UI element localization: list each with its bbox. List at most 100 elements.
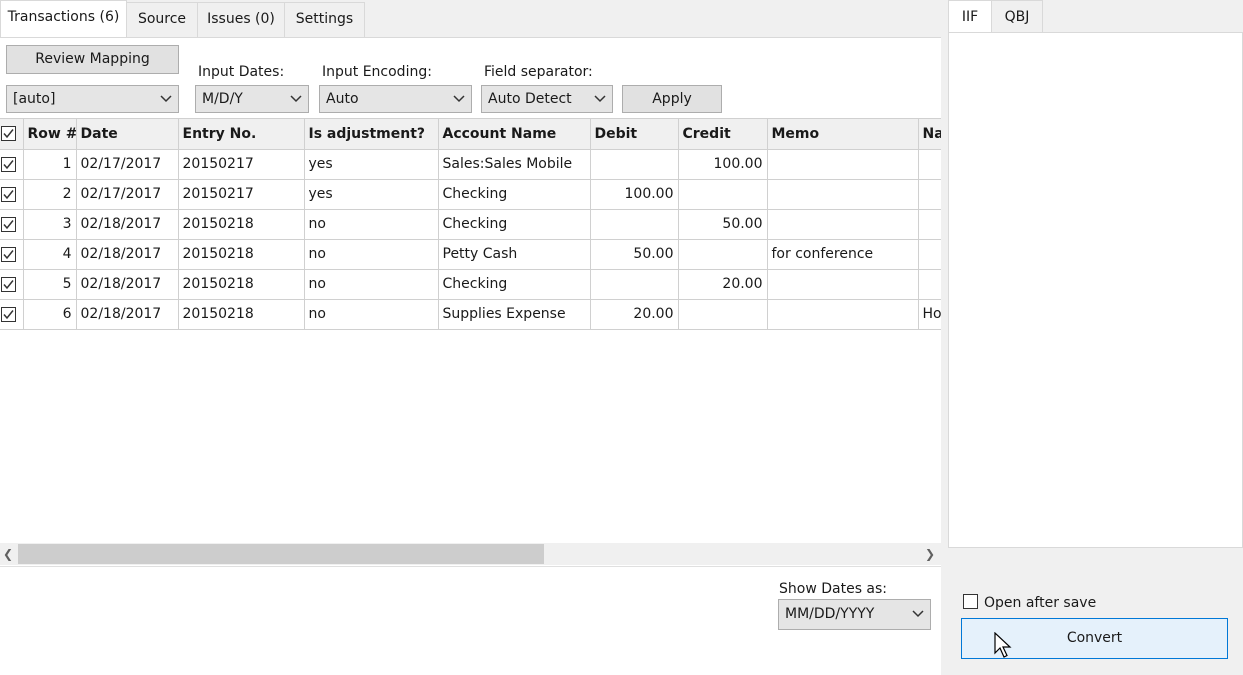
scrollbar-thumb[interactable] (18, 544, 544, 564)
cell-memo[interactable] (767, 299, 919, 330)
cell-debit[interactable]: 20.00 (590, 299, 679, 330)
horizontal-scrollbar[interactable]: ❮ ❯ (0, 543, 941, 565)
cell-is-adjustment[interactable]: no (304, 239, 439, 270)
cell-credit[interactable]: 20.00 (678, 269, 768, 300)
cell-date[interactable]: 02/18/2017 (76, 209, 179, 240)
column-header-date[interactable]: Date (76, 119, 179, 150)
chevron-down-icon (290, 95, 302, 103)
select-all-checkbox[interactable] (0, 119, 24, 150)
cell-entry-no[interactable]: 20150218 (178, 269, 305, 300)
cell-memo[interactable] (767, 179, 919, 210)
cell-name[interactable] (918, 269, 941, 300)
cell-name[interactable] (918, 239, 941, 270)
cell-row-number[interactable]: 3 (23, 209, 77, 240)
row-checkbox[interactable] (0, 269, 24, 300)
row-checkbox[interactable] (0, 179, 24, 210)
input-dates-select[interactable]: M/D/Y (195, 85, 309, 113)
cell-debit[interactable] (590, 269, 679, 300)
cell-name[interactable] (918, 149, 941, 180)
cell-is-adjustment[interactable]: no (304, 299, 439, 330)
transactions-grid: Row # Date Entry No. Is adjustment? Acco… (0, 118, 941, 543)
cell-memo[interactable] (767, 209, 919, 240)
cell-account-name[interactable]: Supplies Expense (438, 299, 591, 330)
cell-is-adjustment[interactable]: yes (304, 179, 439, 210)
cell-date[interactable]: 02/18/2017 (76, 299, 179, 330)
column-header-debit[interactable]: Debit (590, 119, 679, 150)
cell-credit[interactable]: 50.00 (678, 209, 768, 240)
cell-memo[interactable]: for conference (767, 239, 919, 270)
table-row[interactable]: 2 02/17/2017 20150217 yes Checking 100.00 (0, 179, 941, 210)
cell-credit[interactable] (678, 239, 768, 270)
table-row[interactable]: 5 02/18/2017 20150218 no Checking 20.00 (0, 269, 941, 300)
cell-memo[interactable] (767, 149, 919, 180)
cell-row-number[interactable]: 2 (23, 179, 77, 210)
row-checkbox[interactable] (0, 209, 24, 240)
column-header-account-name[interactable]: Account Name (438, 119, 591, 150)
row-checkbox[interactable] (0, 149, 24, 180)
cell-name[interactable]: Ho (918, 299, 941, 330)
cell-account-name[interactable]: Checking (438, 179, 591, 210)
mapping-select[interactable]: [auto] (6, 85, 179, 113)
cell-debit[interactable] (590, 209, 679, 240)
cell-account-name[interactable]: Checking (438, 269, 591, 300)
cell-account-name[interactable]: Checking (438, 209, 591, 240)
scroll-right-icon[interactable]: ❯ (922, 543, 938, 565)
column-header-memo[interactable]: Memo (767, 119, 919, 150)
cell-row-number[interactable]: 1 (23, 149, 77, 180)
tab-settings[interactable]: Settings (284, 2, 365, 37)
cell-is-adjustment[interactable]: no (304, 209, 439, 240)
row-checkbox[interactable] (0, 299, 24, 330)
cell-debit[interactable]: 100.00 (590, 179, 679, 210)
cell-row-number[interactable]: 4 (23, 239, 77, 270)
column-header-is-adjustment[interactable]: Is adjustment? (304, 119, 439, 150)
input-encoding-label: Input Encoding: (322, 64, 432, 80)
cell-name[interactable] (918, 209, 941, 240)
cell-entry-no[interactable]: 20150217 (178, 149, 305, 180)
apply-button[interactable]: Apply (622, 85, 722, 113)
tab-iif[interactable]: IIF (948, 0, 992, 33)
cell-row-number[interactable]: 6 (23, 299, 77, 330)
review-mapping-button[interactable]: Review Mapping (6, 45, 179, 74)
table-row[interactable]: 1 02/17/2017 20150217 yes Sales:Sales Mobile… (0, 149, 941, 180)
cell-date[interactable]: 02/18/2017 (76, 269, 179, 300)
cell-date[interactable]: 02/17/2017 (76, 149, 179, 180)
cell-name[interactable] (918, 179, 941, 210)
cell-entry-no[interactable]: 20150218 (178, 239, 305, 270)
cell-row-number[interactable]: 5 (23, 269, 77, 300)
cell-entry-no[interactable]: 20150218 (178, 299, 305, 330)
cell-account-name[interactable]: Petty Cash (438, 239, 591, 270)
open-after-save-checkbox[interactable]: Open after save (963, 594, 1096, 611)
table-row[interactable]: 3 02/18/2017 20150218 no Checking 50.00 (0, 209, 941, 240)
cell-memo[interactable] (767, 269, 919, 300)
table-row[interactable]: 6 02/18/2017 20150218 no Supplies Expense 20.… (0, 299, 941, 330)
cell-credit[interactable]: 100.00 (678, 149, 768, 180)
cell-account-name[interactable]: Sales:Sales Mobile (438, 149, 591, 180)
show-dates-select[interactable]: MM/DD/YYYY (778, 599, 931, 630)
column-header-credit[interactable]: Credit (678, 119, 768, 150)
cell-is-adjustment[interactable]: yes (304, 149, 439, 180)
cell-entry-no[interactable]: 20150218 (178, 209, 305, 240)
cell-is-adjustment[interactable]: no (304, 269, 439, 300)
column-header-name[interactable]: Na (918, 119, 941, 150)
open-after-save-label: Open after save (984, 595, 1097, 611)
table-row[interactable]: 4 02/18/2017 20150218 no Petty Cash 50.00 for … (0, 239, 941, 270)
tab-transactions[interactable]: Transactions (6) (0, 0, 127, 38)
cell-debit[interactable] (590, 149, 679, 180)
column-header-entry-no[interactable]: Entry No. (178, 119, 305, 150)
tab-qbj[interactable]: QBJ (991, 0, 1043, 33)
row-checkbox[interactable] (0, 239, 24, 270)
cell-debit[interactable]: 50.00 (590, 239, 679, 270)
cell-date[interactable]: 02/18/2017 (76, 239, 179, 270)
cell-credit[interactable] (678, 299, 768, 330)
cell-date[interactable]: 02/17/2017 (76, 179, 179, 210)
cell-credit[interactable] (678, 179, 768, 210)
input-encoding-select[interactable]: Auto (319, 85, 472, 113)
checkbox-checked-icon (1, 306, 16, 322)
tab-source[interactable]: Source (126, 2, 198, 37)
scroll-left-icon[interactable]: ❮ (0, 543, 16, 565)
tab-issues[interactable]: Issues (0) (197, 2, 285, 37)
column-header-row-number[interactable]: Row # (23, 119, 77, 150)
cell-entry-no[interactable]: 20150217 (178, 179, 305, 210)
input-dates-label: Input Dates: (198, 64, 285, 80)
field-separator-select[interactable]: Auto Detect (481, 85, 613, 113)
